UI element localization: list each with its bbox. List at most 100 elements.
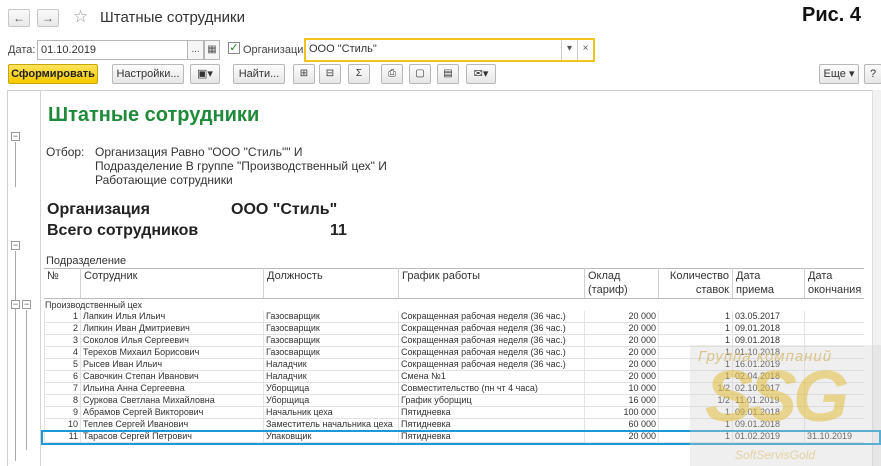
- cell-num: 4: [44, 347, 80, 359]
- settings-button[interactable]: Настройки...: [112, 64, 184, 84]
- grouping-gutter: [7, 90, 41, 466]
- organization-checkbox[interactable]: ✓: [228, 42, 240, 54]
- collapse-table-icon[interactable]: −: [11, 241, 20, 250]
- header-border: [44, 298, 864, 299]
- table-row[interactable]: 2 Липкин Иван Дмитриевич Газосварщик Сокращ…: [44, 323, 864, 335]
- cell-employee: Суркова Светлана Михайловна: [80, 395, 263, 407]
- group-line: [15, 142, 16, 187]
- dots-icon[interactable]: ...: [188, 40, 204, 60]
- cell-num: 1: [44, 311, 80, 323]
- cell-num: 8: [44, 395, 80, 407]
- cell-salary: 20 000: [584, 335, 658, 347]
- cell-num: 2: [44, 323, 80, 335]
- cell-salary: 20 000: [584, 371, 658, 383]
- cell-employee: Липкин Иван Дмитриевич: [80, 323, 263, 335]
- group-line: [26, 310, 27, 450]
- cell-end-date: [804, 323, 864, 335]
- watermark-logo: SSG: [705, 357, 849, 437]
- cell-hire-date: 09.01.2018: [732, 323, 804, 335]
- total-count: 11: [330, 222, 347, 239]
- cell-position: Уборщица: [263, 395, 398, 407]
- cell-position: Наладчик: [263, 359, 398, 371]
- sum-icon[interactable]: Σ: [348, 64, 370, 84]
- cell-salary: 16 000: [584, 395, 658, 407]
- date-input[interactable]: 01.10.2019: [37, 40, 188, 60]
- cell-employee: Рысев Иван Ильич: [80, 359, 263, 371]
- filter-line: Подразделение В группе "Производственный…: [95, 159, 387, 173]
- col-schedule: График работы: [398, 268, 584, 298]
- cell-num: 9: [44, 407, 80, 419]
- generate-button[interactable]: Сформировать: [8, 64, 98, 84]
- send-mail-icon[interactable]: ✉▾: [466, 64, 496, 84]
- cell-rates: 1: [658, 323, 732, 335]
- cell-salary: 20 000: [584, 311, 658, 323]
- cell-num: 3: [44, 335, 80, 347]
- cell-schedule: Сокращенная рабочая неделя (36 час.): [398, 347, 584, 359]
- dropdown-icon[interactable]: ▾: [561, 40, 577, 60]
- collapse-subgroup-icon[interactable]: −: [22, 300, 31, 309]
- cell-employee: Лапкин Илья Ильич: [80, 311, 263, 323]
- cell-position: Наладчик: [263, 371, 398, 383]
- watermark-brand: SoftServisGold: [735, 448, 816, 462]
- cell-employee: Абрамов Сергей Викторович: [80, 407, 263, 419]
- col-employee: Сотрудник: [80, 268, 263, 298]
- calendar-icon[interactable]: ▦: [204, 40, 220, 60]
- organization-input[interactable]: ООО "Стиль": [304, 38, 595, 62]
- collapse-group-icon[interactable]: −: [11, 300, 20, 309]
- cell-schedule: Сокращенная рабочая неделя (36 час.): [398, 335, 584, 347]
- title-bar: ← → ☆ Штатные сотрудники Рис. 4: [0, 0, 881, 36]
- col-num: №: [47, 270, 59, 282]
- help-icon[interactable]: ?: [864, 64, 881, 84]
- cell-position: Газосварщик: [263, 335, 398, 347]
- group-icon[interactable]: ⊞: [293, 64, 315, 84]
- cell-schedule: Пятидневка: [398, 407, 584, 419]
- cell-schedule: Сокращенная рабочая неделя (36 час.): [398, 311, 584, 323]
- favorite-star-icon[interactable]: ☆: [73, 7, 88, 27]
- cell-num: 6: [44, 371, 80, 383]
- cell-employee: Ильина Анна Сергеевна: [80, 383, 263, 395]
- col-position: Должность: [263, 268, 398, 298]
- cell-schedule: Смена №1: [398, 371, 584, 383]
- date-label: Дата:: [8, 44, 36, 56]
- cell-schedule: Сокращенная рабочая неделя (36 час.): [398, 359, 584, 371]
- table-row[interactable]: 1 Лапкин Илья Ильич Газосварщик Сокращенная…: [44, 311, 864, 323]
- figure-label: Рис. 4: [802, 4, 861, 26]
- filter-line: Работающие сотрудники: [95, 173, 233, 187]
- group-line: [15, 251, 16, 461]
- cell-end-date: [804, 311, 864, 323]
- cell-schedule: Совместительство (пн чт 4 часа): [398, 383, 584, 395]
- forward-arrow-icon[interactable]: →: [37, 9, 59, 27]
- cell-employee: Терехов Михаил Борисович: [80, 347, 263, 359]
- ungroup-icon[interactable]: ⊟: [319, 64, 341, 84]
- col-hire-date: Дата приема: [732, 268, 804, 298]
- filter-label: Отбор:: [46, 145, 85, 159]
- preview-icon[interactable]: ▢: [409, 64, 431, 84]
- cell-rates: 1: [658, 311, 732, 323]
- col-rates: Количество ставок: [658, 268, 732, 298]
- cell-schedule: Сокращенная рабочая неделя (36 час.): [398, 323, 584, 335]
- more-button[interactable]: Еще ▾: [819, 64, 859, 84]
- cell-hire-date: 03.05.2017: [732, 311, 804, 323]
- group-row-name: Производственный цех: [45, 300, 142, 310]
- cell-position: Газосварщик: [263, 347, 398, 359]
- cell-schedule: График уборщиц: [398, 395, 584, 407]
- subdivision-caption: Подразделение: [46, 255, 127, 267]
- cell-position: Начальник цеха: [263, 407, 398, 419]
- filter-line: Организация Равно "ООО "Стиль"" И: [95, 145, 303, 159]
- collapse-header-icon[interactable]: −: [11, 132, 20, 141]
- cell-num: 7: [44, 383, 80, 395]
- organization-caption: Организация: [47, 201, 150, 218]
- cell-employee: Савочкин Степан Иванович: [80, 371, 263, 383]
- variants-icon[interactable]: ▣▾: [190, 64, 220, 84]
- col-salary: Оклад (тариф): [584, 268, 658, 298]
- save-icon[interactable]: ▤: [437, 64, 459, 84]
- clear-icon[interactable]: ×: [577, 40, 593, 60]
- find-button[interactable]: Найти...: [233, 64, 285, 84]
- back-arrow-icon[interactable]: ←: [8, 9, 30, 27]
- cell-salary: 20 000: [584, 359, 658, 371]
- cell-salary: 10 000: [584, 383, 658, 395]
- col-end-date: Дата окончания: [804, 268, 864, 298]
- cell-position: Газосварщик: [263, 311, 398, 323]
- print-icon[interactable]: ⎙: [381, 64, 403, 84]
- cell-employee: Соколов Илья Сергеевич: [80, 335, 263, 347]
